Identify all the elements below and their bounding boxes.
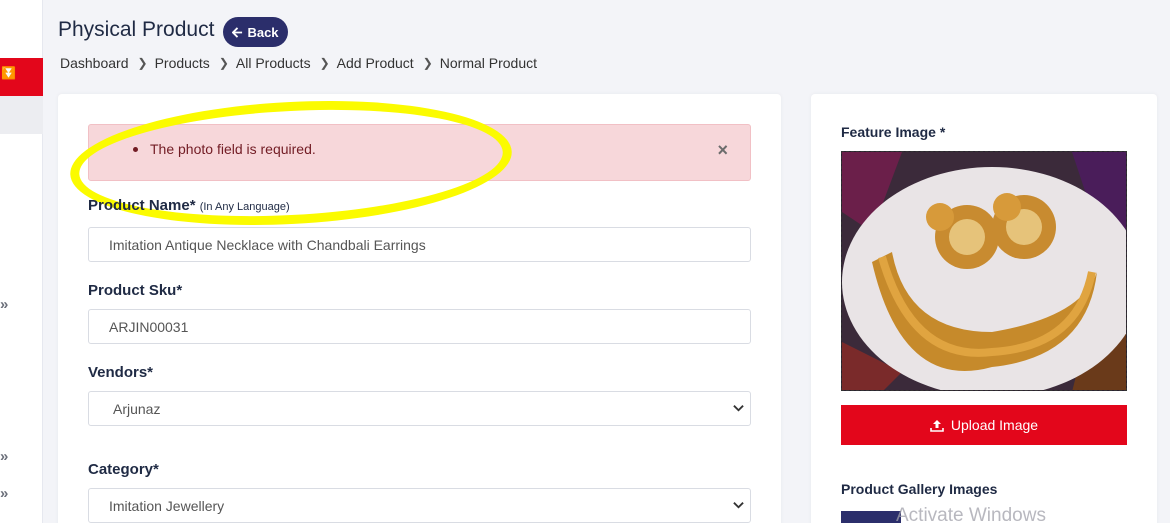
vendors-label: Vendors* (88, 364, 154, 381)
sidebar-expand-icon[interactable]: » (0, 486, 14, 501)
sidebar-expand-icon[interactable]: » (0, 297, 14, 312)
product-name-input[interactable]: Imitation Antique Necklace with Chandbal… (88, 227, 751, 262)
breadcrumb-item[interactable]: Normal Product (440, 55, 537, 71)
feature-image-label: Feature Image * (841, 124, 946, 140)
gallery-label: Product Gallery Images (841, 481, 998, 497)
vendors-select[interactable]: Arjunaz (88, 391, 751, 426)
product-sku-value: ARJIN00031 (109, 318, 189, 335)
breadcrumb-item[interactable]: All Products (236, 55, 311, 71)
product-name-label: Product Name* (In Any Language) (88, 197, 290, 214)
page-title: Physical Product (58, 18, 215, 41)
category-label: Category* (88, 461, 159, 478)
chevron-right-icon: ❯ (137, 56, 148, 70)
sidebar-item-active[interactable] (0, 96, 43, 134)
close-icon[interactable]: × (717, 140, 728, 161)
breadcrumb-item[interactable]: Products (155, 55, 210, 71)
chevron-down-icon (733, 499, 744, 513)
category-select[interactable]: Imitation Jewellery (88, 488, 751, 523)
sidebar-collapse-toggle[interactable]: ⏬ (0, 58, 43, 96)
gallery-add-button[interactable] (841, 511, 901, 523)
back-button[interactable]: Back (223, 17, 288, 47)
upload-image-label: Upload Image (950, 417, 1039, 433)
product-name-hint: (In Any Language) (199, 201, 290, 213)
jewelry-photo-icon (842, 152, 1126, 390)
double-chevron-down-icon: ⏬ (1, 66, 16, 80)
breadcrumb-item[interactable]: Dashboard (60, 55, 129, 71)
product-name-label-text: Product Name* (88, 197, 196, 214)
activate-windows-watermark: Activate Windows (896, 505, 1046, 523)
alert-message: The photo field is required. (150, 141, 316, 157)
back-button-label: Back (247, 24, 279, 40)
breadcrumb-item[interactable]: Add Product (337, 55, 414, 71)
chevron-down-icon (733, 402, 744, 416)
upload-image-button[interactable]: Upload Image (841, 405, 1127, 445)
product-sku-input[interactable]: ARJIN00031 (88, 309, 751, 344)
product-sku-label: Product Sku* (88, 282, 183, 299)
chevron-right-icon: ❯ (422, 56, 433, 70)
chevron-right-icon: ❯ (319, 56, 330, 70)
breadcrumb: Dashboard ❯ Products ❯ All Products ❯ Ad… (60, 55, 537, 71)
feature-image-preview (841, 151, 1127, 391)
arrow-left-icon (232, 26, 243, 38)
upload-icon (930, 419, 944, 432)
sidebar-expand-icon[interactable]: » (0, 449, 14, 464)
chevron-right-icon: ❯ (218, 56, 229, 70)
error-alert: The photo field is required. × (88, 124, 751, 181)
bullet-icon (133, 147, 138, 152)
category-value: Imitation Jewellery (109, 497, 225, 514)
product-name-value: Imitation Antique Necklace with Chandbal… (109, 236, 426, 253)
vendors-value: Arjunaz (113, 400, 161, 417)
